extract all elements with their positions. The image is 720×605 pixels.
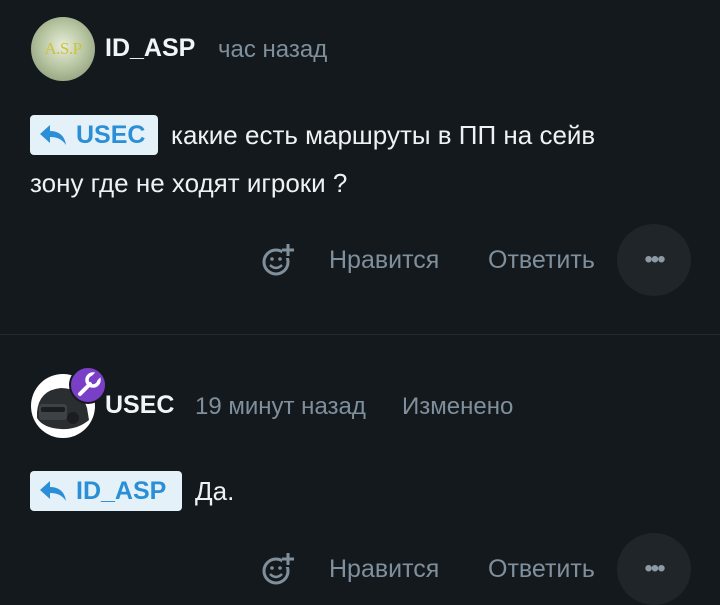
comment-text-line: Да. [195, 476, 235, 506]
more-icon: ••• [644, 555, 665, 582]
reply-button[interactable]: Ответить [488, 555, 595, 584]
add-reaction-icon[interactable] [260, 551, 296, 587]
moderator-badge [69, 366, 107, 404]
edited-label: Изменено [402, 393, 514, 420]
comment-actions: Нравится Ответить ••• [0, 533, 720, 605]
wrench-icon [78, 371, 101, 396]
more-button[interactable]: ••• [617, 533, 691, 605]
comment: USEC 19 минут назад Изменено ID_ASP Да. … [0, 0, 720, 605]
reply-arrow-icon [40, 481, 66, 501]
author-name[interactable]: USEC [105, 391, 174, 420]
reply-to-chip[interactable]: ID_ASP [30, 471, 182, 511]
timestamp: 19 минут назад [195, 393, 366, 420]
reply-to-name: ID_ASP [76, 476, 167, 505]
comment-divider [0, 334, 720, 335]
like-button[interactable]: Нравится [329, 555, 439, 584]
